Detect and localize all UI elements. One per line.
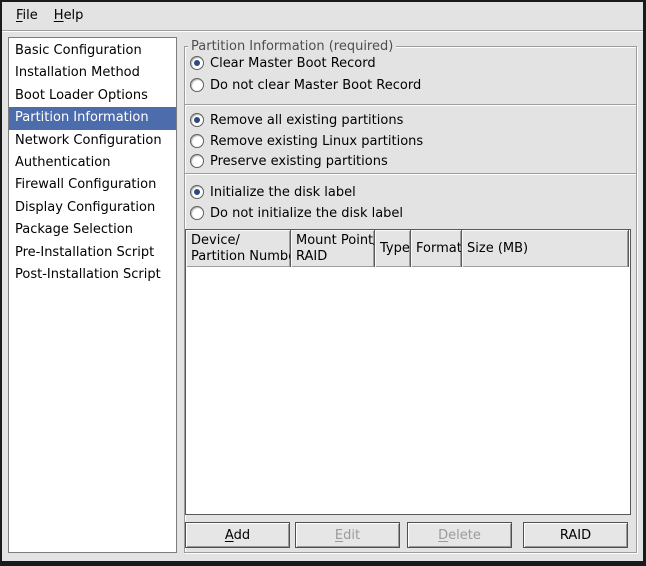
button-label: D <box>438 528 448 543</box>
sidebar-item-label: Package Selection <box>15 222 133 237</box>
menubar-separator <box>2 30 643 32</box>
sidebar-item-label: Display Configuration <box>15 200 155 215</box>
column-header-line: Size (MB) <box>467 241 626 257</box>
button-label-rest: RAID <box>560 528 591 543</box>
separator <box>185 104 636 106</box>
edit-button[interactable]: Edit <box>295 522 400 548</box>
radio-no-initialize-disk-label[interactable]: Do not initialize the disk label <box>190 204 403 222</box>
radio-button-icon <box>190 185 204 199</box>
sidebar-item-label: Installation Method <box>15 65 140 80</box>
radio-label: Preserve existing partitions <box>210 154 388 169</box>
sidebar-item-display-configuration[interactable]: Display Configuration <box>9 197 176 219</box>
partitions-table: Device/ Partition Number Mount Point/ RA… <box>185 229 631 515</box>
radio-button-icon <box>190 206 204 220</box>
radio-label: Do not clear Master Boot Record <box>210 78 421 93</box>
sidebar-item-label: Firewall Configuration <box>15 177 156 192</box>
radio-label: Remove all existing partitions <box>210 113 403 128</box>
radio-remove-linux-partitions[interactable]: Remove existing Linux partitions <box>190 132 423 150</box>
sidebar-item-label: Network Configuration <box>15 133 162 148</box>
radio-button-icon <box>190 113 204 127</box>
table-body-empty[interactable] <box>186 267 630 514</box>
menu-help-label-rest: elp <box>64 8 84 23</box>
radio-initialize-disk-label[interactable]: Initialize the disk label <box>190 183 356 201</box>
radio-remove-all-partitions[interactable]: Remove all existing partitions <box>190 111 403 129</box>
sidebar-item-basic-configuration[interactable]: Basic Configuration <box>9 40 176 62</box>
column-header-line: Format <box>416 241 459 257</box>
menu-file-label-rest: ile <box>23 8 38 23</box>
kickstart-configurator-window: File Help Basic Configuration Installati… <box>0 0 646 566</box>
menu-help[interactable]: Help <box>46 2 92 30</box>
sidebar-item-partition-information[interactable]: Partition Information <box>9 107 176 129</box>
table-header-row: Device/ Partition Number Mount Point/ RA… <box>186 230 630 267</box>
radio-label: Clear Master Boot Record <box>210 56 376 71</box>
column-header-type[interactable]: Type <box>375 230 411 267</box>
raid-button[interactable]: RAID <box>523 522 628 548</box>
button-label: E <box>335 528 343 543</box>
delete-button[interactable]: Delete <box>407 522 512 548</box>
button-label-rest: dd <box>234 528 251 543</box>
menu-file[interactable]: File <box>8 2 46 30</box>
column-header-line: Device/ <box>191 233 288 249</box>
radio-label: Initialize the disk label <box>210 185 356 200</box>
sidebar-item-label: Authentication <box>15 155 110 170</box>
button-label: A <box>225 528 234 543</box>
sidebar-item-boot-loader-options[interactable]: Boot Loader Options <box>9 85 176 107</box>
sidebar-item-label: Post-Installation Script <box>15 267 161 282</box>
add-button[interactable]: Add <box>185 522 290 548</box>
menubar: File Help <box>2 2 643 30</box>
sidebar-item-package-selection[interactable]: Package Selection <box>9 219 176 241</box>
radio-no-clear-mbr[interactable]: Do not clear Master Boot Record <box>190 76 421 94</box>
sidebar-item-pre-installation-script[interactable]: Pre-Installation Script <box>9 242 176 264</box>
sidebar-item-label: Boot Loader Options <box>15 88 148 103</box>
sidebar-item-label: Basic Configuration <box>15 43 142 58</box>
column-header-line: Type <box>380 241 408 257</box>
column-header-format[interactable]: Format <box>411 230 462 267</box>
column-header-line: Partition Number <box>191 249 288 265</box>
sidebar-item-label: Partition Information <box>15 110 149 125</box>
sidebar-item-post-installation-script[interactable]: Post-Installation Script <box>9 264 176 286</box>
sidebar-item-network-configuration[interactable]: Network Configuration <box>9 130 176 152</box>
radio-button-icon <box>190 56 204 70</box>
radio-button-icon <box>190 154 204 168</box>
sidebar-item-label: Pre-Installation Script <box>15 245 154 260</box>
column-header-size-mb[interactable]: Size (MB) <box>462 230 629 267</box>
sidebar-item-firewall-configuration[interactable]: Firewall Configuration <box>9 174 176 196</box>
column-header-line: Mount Point/ <box>296 233 372 249</box>
section-list: Basic Configuration Installation Method … <box>8 37 177 553</box>
button-label-rest: dit <box>343 528 360 543</box>
frame-title: Partition Information (required) <box>188 39 396 54</box>
radio-preserve-partitions[interactable]: Preserve existing partitions <box>190 152 388 170</box>
radio-clear-mbr[interactable]: Clear Master Boot Record <box>190 54 376 72</box>
sidebar-item-authentication[interactable]: Authentication <box>9 152 176 174</box>
radio-button-icon <box>190 134 204 148</box>
radio-label: Remove existing Linux partitions <box>210 134 423 149</box>
menu-help-label: H <box>54 8 64 23</box>
column-header-device-partition-number[interactable]: Device/ Partition Number <box>186 230 291 267</box>
sidebar-item-installation-method[interactable]: Installation Method <box>9 62 176 84</box>
radio-button-icon <box>190 78 204 92</box>
separator <box>185 173 636 175</box>
button-label-rest: elete <box>448 528 481 543</box>
radio-label: Do not initialize the disk label <box>210 206 403 221</box>
column-header-line: RAID <box>296 249 372 265</box>
column-header-mount-point-raid[interactable]: Mount Point/ RAID <box>291 230 375 267</box>
